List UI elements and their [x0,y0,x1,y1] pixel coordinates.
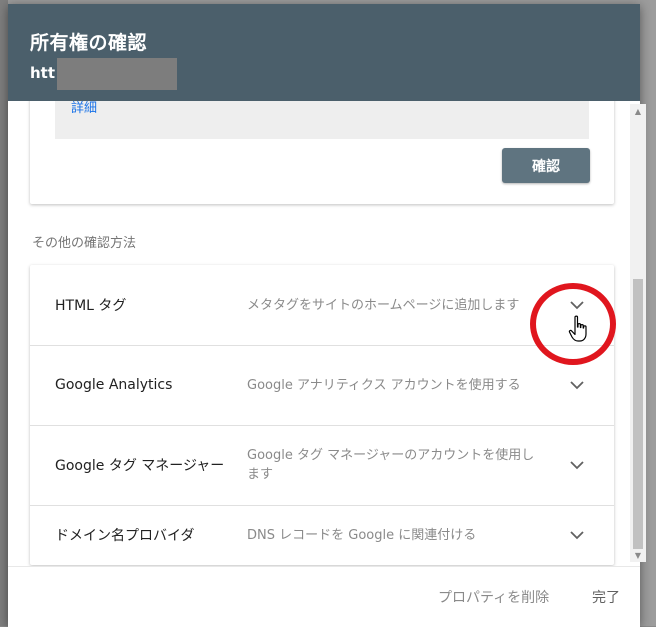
scrollbar[interactable]: ▲ ▼ [630,104,646,562]
scroll-up-icon[interactable]: ▲ [633,106,643,116]
methods-list: HTML タグ メタタグをサイトのホームページに追加します Google Ana… [30,265,614,565]
method-description: DNS レコードを Google に関連付ける [247,527,477,543]
method-name: Google Analytics [55,377,173,393]
method-description: Google アナリティクス アカウントを使用する [247,377,521,393]
method-name: Google タグ マネージャー [55,458,225,474]
method-row-google-analytics[interactable]: Google Analytics Google アナリティクス アカウントを使用… [30,345,614,426]
method-name: ドメイン名プロバイダ [55,528,195,544]
done-button[interactable]: 完了 [592,587,620,607]
chevron-down-icon[interactable] [566,524,588,546]
method-row-html-tag[interactable]: HTML タグ メタタグをサイトのホームページに追加します [30,265,614,346]
method-row-domain-provider[interactable]: ドメイン名プロバイダ DNS レコードを Google に関連付ける [30,505,614,565]
dialog-title: 所有権の確認 [30,32,148,54]
dialog-footer: プロパティを削除 完了 [8,566,640,627]
other-methods-label: その他の確認方法 [32,236,137,251]
scroll-thumb[interactable] [633,279,643,549]
instructions-box: 詳細 [55,101,589,139]
chevron-down-icon[interactable] [566,374,588,396]
scroll-down-icon[interactable]: ▼ [633,550,643,560]
hand-pointer-icon [568,315,590,343]
verify-button[interactable]: 確認 [502,148,590,183]
selected-method-card: 詳細 確認 [30,101,614,204]
chevron-down-icon[interactable] [566,454,588,476]
method-row-tag-manager[interactable]: Google タグ マネージャー Google タグ マネージャーのアカウントを… [30,425,614,506]
method-description: メタタグをサイトのホームページに追加します [247,297,520,313]
method-name: HTML タグ [55,298,127,314]
url-redaction [57,58,177,90]
property-url: htt [30,64,56,82]
delete-property-button[interactable]: プロパティを削除 [438,587,549,607]
dialog-header: 所有権の確認 htt [8,4,640,101]
background-strip [0,0,8,626]
method-description: Google タグ マネージャーのアカウントを使用します [247,448,535,482]
details-link[interactable]: 詳細 [71,101,97,116]
